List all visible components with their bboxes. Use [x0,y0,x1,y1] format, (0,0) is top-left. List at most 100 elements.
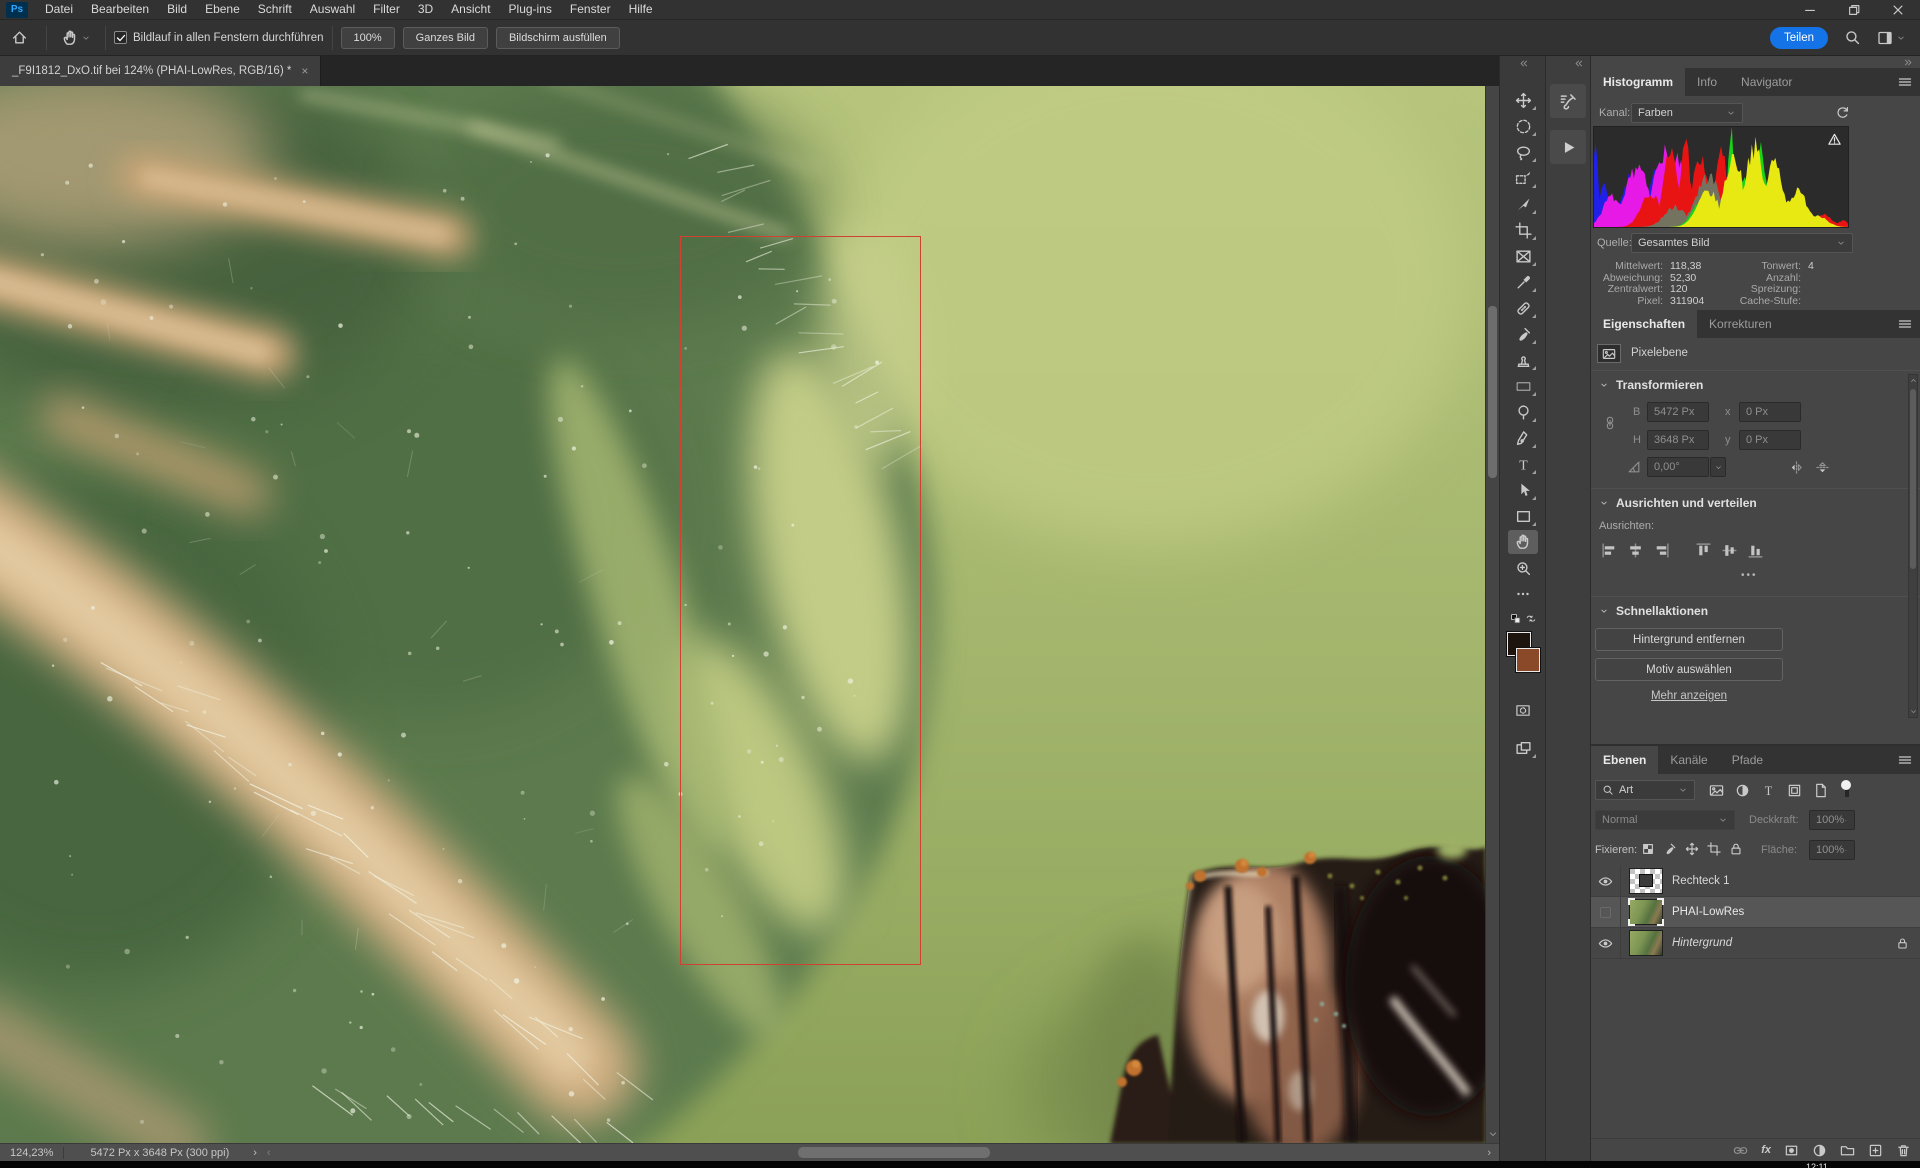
quick-mask-icon[interactable] [1508,698,1538,722]
align-right-icon[interactable] [1653,542,1670,559]
collapse-panels-icon[interactable] [1903,57,1914,68]
menu-bearbeiten[interactable]: Bearbeiten [82,0,158,19]
menu-ebene[interactable]: Ebene [196,0,249,19]
canvas-vertical-scrollbar[interactable] [1485,86,1499,1143]
photoshop-logo[interactable]: Ps [6,2,28,18]
panel-menu-icon[interactable] [1897,752,1913,768]
scroll-up-icon[interactable] [1909,376,1918,385]
lock-transparency-icon[interactable] [1641,842,1655,856]
layer-filter-toggle[interactable] [1841,780,1853,800]
tab-pfade[interactable]: Pfade [1720,746,1775,774]
visibility-toggle-off[interactable] [1591,897,1621,927]
canvas[interactable] [0,86,1485,1143]
hand-tool-options-icon[interactable] [55,29,97,47]
uncached-warning-icon[interactable] [1827,132,1842,147]
channel-select[interactable]: Farben [1631,103,1743,123]
delete-layer-icon[interactable] [1896,1143,1911,1158]
type-tool[interactable] [1508,452,1538,476]
menu-filter[interactable]: Filter [364,0,409,19]
filter-pixel-layers-icon[interactable] [1709,783,1724,798]
new-layer-icon[interactable] [1868,1143,1883,1158]
object-selection-tool[interactable] [1508,166,1538,190]
properties-scrollbar[interactable] [1908,374,1918,718]
healing-brush-tool[interactable] [1508,296,1538,320]
filter-adjustment-layers-icon[interactable] [1735,783,1750,798]
transform-section-header[interactable]: Transformieren [1599,378,1703,392]
tab-kanaele[interactable]: Kanäle [1658,746,1719,774]
visibility-toggle[interactable] [1591,928,1621,958]
menu-auswahl[interactable]: Auswahl [301,0,364,19]
lock-artboard-icon[interactable] [1707,842,1721,856]
scrollbar-thumb[interactable] [1910,389,1916,569]
crop-tool[interactable] [1508,218,1538,242]
scroll-down-icon[interactable] [1909,707,1918,716]
vertical-scrollbar-thumb[interactable] [1488,306,1497,478]
tab-navigator[interactable]: Navigator [1729,68,1804,96]
clone-stamp-tool[interactable] [1508,348,1538,372]
menu-ansicht[interactable]: Ansicht [442,0,499,19]
layer-row-phai-lowres[interactable]: PHAI-LowRes [1591,897,1920,928]
layer-row-rechteck1[interactable]: Rechteck 1 [1591,866,1920,897]
quick-actions-header[interactable]: Schnellaktionen [1599,604,1708,618]
layer-lock-icon[interactable] [1896,937,1909,950]
layer-thumbnail[interactable] [1629,930,1663,956]
tab-eigenschaften[interactable]: Eigenschaften [1591,310,1697,338]
align-center-h-icon[interactable] [1627,542,1644,559]
lock-pixels-icon[interactable] [1663,842,1677,856]
rectangle-tool[interactable] [1508,504,1538,528]
quick-selection-tool[interactable] [1508,192,1538,216]
flip-vertical-icon[interactable] [1815,460,1830,475]
menu-3d[interactable]: 3D [409,0,442,19]
status-prev-icon[interactable]: ‹ [267,1147,271,1159]
add-mask-icon[interactable] [1784,1143,1799,1158]
flip-horizontal-icon[interactable] [1789,460,1804,475]
filter-type-layers-icon[interactable] [1761,783,1776,798]
tab-korrekturen[interactable]: Korrekturen [1697,310,1784,338]
align-more-button[interactable]: ••• [1741,570,1758,581]
background-color-swatch[interactable] [1516,648,1540,672]
filter-smart-objects-icon[interactable] [1813,783,1828,798]
layer-name[interactable]: PHAI-LowRes [1672,906,1744,918]
layer-row-hintergrund[interactable]: Hintergrund [1591,928,1920,959]
close-tab-icon[interactable]: × [301,64,308,78]
scroll-right-icon[interactable]: › [1487,1147,1491,1159]
scroll-down-icon[interactable] [1487,1128,1499,1140]
filter-shape-layers-icon[interactable] [1787,783,1802,798]
menu-hilfe[interactable]: Hilfe [620,0,662,19]
menu-datei[interactable]: Datei [36,0,82,19]
tab-info[interactable]: Info [1685,68,1729,96]
zoom-tool[interactable] [1508,556,1538,580]
align-top-icon[interactable] [1695,542,1712,559]
select-subject-button[interactable]: Motiv auswählen [1595,658,1783,681]
angle-dropdown[interactable] [1710,457,1726,477]
link-dimensions-icon[interactable] [1603,416,1617,430]
tab-histogramm[interactable]: Histogramm [1591,68,1685,96]
screen-mode-icon[interactable] [1508,736,1538,760]
close-button[interactable] [1876,0,1920,20]
layer-filter-search[interactable]: Art [1595,780,1695,800]
fill-screen-button[interactable]: Bildschirm ausfüllen [496,27,620,49]
menu-fenster[interactable]: Fenster [561,0,620,19]
zoom-level[interactable]: 124,23% [0,1147,63,1159]
collapse-toolbar-icon[interactable] [1518,58,1529,69]
restore-button[interactable] [1832,0,1876,20]
menu-schrift[interactable]: Schrift [249,0,301,19]
panel-menu-icon[interactable] [1897,74,1913,90]
link-layers-icon[interactable] [1733,1143,1748,1158]
new-group-icon[interactable] [1840,1143,1855,1158]
search-icon[interactable] [1844,29,1861,46]
dodge-tool[interactable] [1508,400,1538,424]
layer-style-icon[interactable]: fx [1761,1144,1771,1156]
layer-name[interactable]: Hintergrund [1672,937,1732,949]
zoom-100-button[interactable]: 100% [341,27,395,49]
marquee-tool[interactable] [1508,114,1538,138]
hand-tool[interactable] [1508,530,1538,554]
source-select[interactable]: Gesamtes Bild [1631,233,1853,253]
expand-dock-icon[interactable] [1573,58,1584,69]
layer-thumbnail[interactable] [1629,899,1663,925]
sync-scroll-option[interactable]: Bildlauf in allen Fenstern durchführen [114,31,324,44]
actions-panel-icon[interactable] [1550,130,1586,164]
menu-bild[interactable]: Bild [158,0,196,19]
align-bottom-icon[interactable] [1747,542,1764,559]
align-left-icon[interactable] [1601,542,1618,559]
